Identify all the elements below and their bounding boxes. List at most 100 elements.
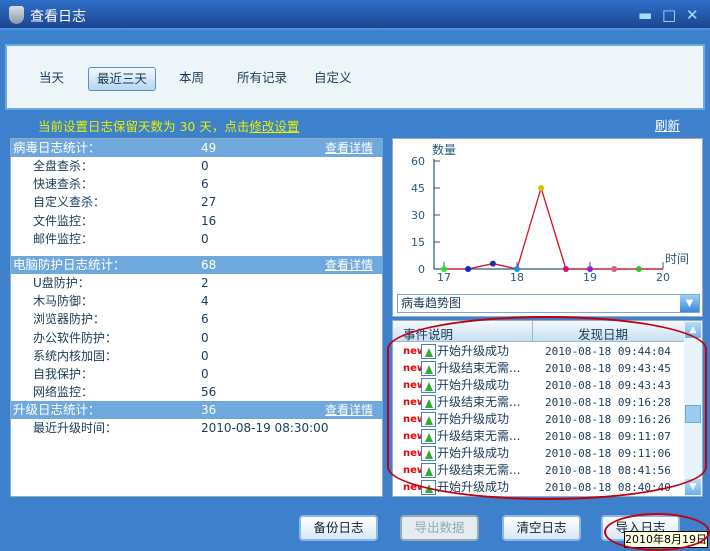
scrollbar[interactable]: ▲ ▼ [684,321,702,496]
stat-label: 最近升级时间： [33,421,118,436]
stat-label: 自定义查杀： [33,195,106,210]
shield-logo-icon [9,6,24,24]
tab-last-three-days[interactable]: 最近三天 [88,67,157,91]
stat-value: 27 [201,195,217,210]
event-description: 开始升级成功 [437,378,510,392]
section-title: 电脑防护日志统计： [13,257,126,272]
view-details-link[interactable]: 查看详情 [325,401,373,419]
upgrade-arrow-icon [421,480,436,495]
data-point [611,266,618,272]
event-date: 2010-08-18 09:16:26 [545,413,671,426]
list-item[interactable]: new 升级结束无需... 2010-08-18 09:43:45 [393,360,684,377]
data-point [562,266,569,272]
event-date: 2010-08-18 08:40:40 [545,481,671,494]
scroll-down-icon[interactable]: ▼ [685,479,701,495]
stat-value: 0 [201,348,209,363]
x-axis-label: 时间 [665,252,689,266]
list-item[interactable]: new 开始升级成功 2010-08-18 09:44:04 [393,343,684,360]
event-date: 2010-08-18 09:11:07 [545,430,671,443]
stat-label: 邮件监控： [33,231,94,246]
tab-custom[interactable]: 自定义 [306,67,360,91]
stat-label: 木马防御： [33,294,94,309]
stat-value: 0 [201,159,209,173]
stat-label: 自我保护： [33,367,94,381]
upgrade-arrow-icon [421,429,436,444]
section-total: 36 [201,403,217,418]
modify-settings-link[interactable]: 修改设置 [249,119,299,134]
column-header-date[interactable]: 发现日期 [578,324,628,343]
maximize-button[interactable]: □ [662,6,676,24]
trend-chart-panel: 0 15 30 45 60 17 18 19 20 数量 时间 病毒趋势图 ▼ [392,138,703,317]
stat-label: 全盘查杀： [33,159,94,173]
clear-log-button[interactable]: 清空日志 [502,515,581,541]
upgrade-arrow-icon [421,463,436,478]
stat-label: 浏览器防护： [33,312,106,327]
list-item[interactable]: new 升级结束无需... 2010-08-18 09:11:07 [393,428,684,445]
scroll-up-icon[interactable]: ▲ [685,322,701,338]
list-item[interactable]: new 开始升级成功 2010-08-18 09:11:06 [393,445,684,462]
tab-today[interactable]: 当天 [31,67,72,91]
stat-value: 56 [201,385,217,400]
event-date: 2010-08-18 09:43:45 [545,362,671,375]
event-description: 升级结束无需... [437,395,521,409]
close-button[interactable]: ✕ [686,6,699,24]
y-tick-label: 30 [411,209,425,222]
stat-value: 6 [201,312,209,327]
event-description: 升级结束无需... [437,429,521,443]
section-title: 升级日志统计： [13,402,101,418]
window-title: 查看日志 [30,9,86,25]
y-tick-label: 60 [411,155,425,168]
minimize-button[interactable]: ▬ [638,6,652,24]
data-point [441,266,447,272]
list-header: 事件说明 发现日期 [393,321,684,342]
event-date: 2010-08-18 09:44:04 [545,345,671,358]
y-tick-label: 15 [411,236,425,249]
event-date: 2010-08-18 09:16:28 [545,396,671,409]
x-tick-label: 19 [583,271,597,284]
stat-label: 快速查杀： [33,177,94,192]
stats-panel: 病毒日志统计： 49 查看详情 全盘查杀： 0 快速查杀： 6 自定义查杀： 27 文件监控： 16… [10,138,383,497]
scroll-thumb[interactable] [685,405,701,423]
backup-log-button[interactable]: 备份日志 [299,515,378,541]
event-description: 开始升级成功 [437,412,510,426]
data-point [635,266,642,272]
date-tooltip: 2010年8月19日 [624,531,708,548]
date-range-tabs: 当天 最近三天 本周 所有记录 自定义 [5,44,705,110]
upgrade-arrow-icon [421,395,436,410]
upgrade-arrow-icon [421,378,436,393]
upgrade-arrow-icon [421,446,436,461]
data-point [465,266,472,272]
list-item[interactable]: new 升级结束无需... 2010-08-18 09:16:28 [393,394,684,411]
upgrade-stats-header: 升级日志统计： 36 查看详情 [11,401,383,420]
refresh-link[interactable]: 刷新 [655,115,680,134]
y-tick-label: 0 [418,263,425,276]
tab-this-week[interactable]: 本周 [171,67,212,91]
stat-label: 系统内核加固： [33,348,118,363]
chart-type-select[interactable]: 病毒趋势图 ▼ [397,294,700,313]
stat-value: 2 [201,276,209,290]
list-item[interactable]: new 开始升级成功 2010-08-18 09:43:43 [393,377,684,394]
view-details-link[interactable]: 查看详情 [325,256,373,274]
upgrade-arrow-icon [421,361,436,376]
event-description: 开始升级成功 [437,344,510,358]
retention-info: 当前设置日志保留天数为 30 天，点击修改设置 [38,116,299,135]
trend-chart: 0 15 30 45 60 17 18 19 20 数量时间 [411,142,689,284]
view-details-link[interactable]: 查看详情 [325,139,373,157]
column-header-event[interactable]: 事件说明 [403,324,453,343]
chevron-down-icon[interactable]: ▼ [680,295,699,312]
data-point [514,266,520,272]
section-title: 病毒日志统计： [13,140,101,155]
tab-all-records[interactable]: 所有记录 [229,67,295,91]
stat-value: 0 [201,330,209,345]
chart-type-value: 病毒趋势图 [401,296,462,310]
list-item[interactable]: new 开始升级成功 2010-08-18 09:16:26 [393,411,684,428]
list-item[interactable]: new 开始升级成功 2010-08-18 08:40:40 [393,479,684,496]
export-data-button[interactable]: 导出数据 [400,515,479,541]
title-bar: 查看日志 ▬ □ ✕ [0,0,710,30]
event-description: 升级结束无需... [437,463,521,477]
section-total: 49 [201,141,217,155]
x-tick-label: 17 [437,271,451,284]
section-total: 68 [201,258,217,272]
y-axis-label: 数量 [432,142,456,157]
list-item[interactable]: new 升级结束无需... 2010-08-18 08:41:56 [393,462,684,479]
